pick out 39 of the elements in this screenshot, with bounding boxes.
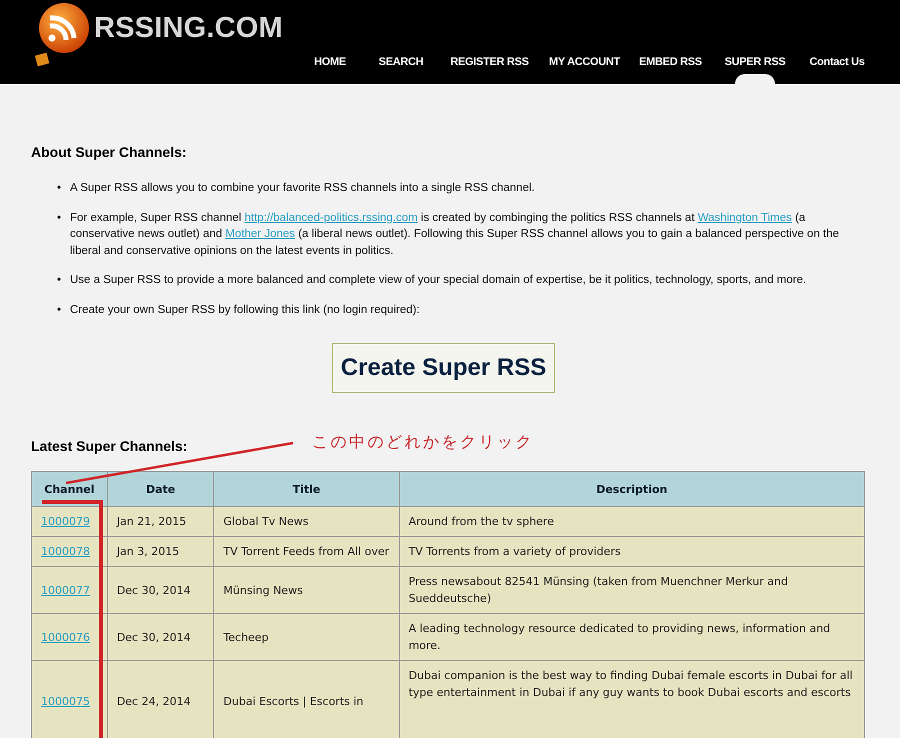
column-header: Date [107, 472, 214, 506]
table-cell: Techeep [214, 614, 400, 660]
bullet-marker: • [57, 273, 62, 288]
table-cell: TV Torrents from a variety of providers [399, 536, 864, 566]
table-cell: Jan 21, 2015 [107, 506, 214, 536]
annotation-text: この中のどれかをクリック [312, 432, 534, 453]
nav-link[interactable]: SEARCH [364, 54, 438, 84]
table-cell: Around from the tv sphere [399, 506, 864, 536]
table-cell: Press newsabout 82541 Münsing (taken from Muenchner Merkur and Sueddeutsche) [399, 566, 864, 614]
nav-link[interactable]: SUPER RSS [713, 54, 797, 84]
table-cell: Dec 30, 2014 [107, 614, 214, 660]
bullet-marker: • [57, 181, 62, 196]
table-cell: Dubai Escorts | Escorts in [214, 660, 400, 738]
bullet-text: A Super RSS allows you to combine your favorite RSS channels into a single RSS channel. [70, 181, 535, 196]
nav-link[interactable]: Contact Us [797, 54, 877, 84]
nav-link[interactable]: REGISTER RSS [438, 54, 541, 84]
table-cell: Jan 3, 2015 [107, 536, 214, 566]
bullet-marker: • [57, 302, 62, 318]
site-name: RSSING.COM [94, 12, 283, 45]
create-button[interactable]: Create Super RSS [332, 343, 556, 393]
bullet-text: Create your own Super RSS by following this link (no login required): [70, 302, 420, 318]
bullet-marker: • [57, 210, 62, 226]
bullet-text: Use a Super RSS to provide a more balanced and complete view of your special domain of expertise, be it politics, technology, sports, and more. [70, 273, 806, 288]
nav-link[interactable]: HOME [296, 54, 364, 84]
column-header: Title [214, 472, 400, 506]
table-cell: Dubai companion is the best way to finding Dubai female escorts in Dubai for all type entertainment in Dubai if any guy wants to book Dubai escorts and escorts [399, 660, 864, 738]
table-cell: TV Torrent Feeds from All over [214, 536, 400, 566]
table-cell: Münsing News [214, 566, 400, 614]
nav-link[interactable]: MY ACCOUNT [541, 54, 628, 84]
table-cell: Dec 30, 2014 [107, 566, 214, 614]
bullet-text: For example, Super RSS channel http://balanced-politics.rssing.com is created by combinging the politics RSS channels at Washington Times (a conservative news outlet) and Mother Jones (a liberal news outlet). Following this Super RSS channel allows you to gain a balanced perspective on the liberal and conservative opinions on the latest events in politics. [70, 210, 840, 258]
table-cell: Global Tv News [214, 506, 400, 536]
section-heading: About Super Channels: [31, 144, 188, 160]
table-cell: A leading technology resource dedicated to providing news, information and more. [399, 614, 864, 660]
table-cell: Dec 24, 2014 [107, 660, 214, 738]
nav-link[interactable]: EMBED RSS [628, 54, 713, 84]
section-heading: Latest Super Channels: [31, 438, 188, 454]
column-header: Description [399, 472, 864, 506]
logo-icon [34, 2, 90, 68]
